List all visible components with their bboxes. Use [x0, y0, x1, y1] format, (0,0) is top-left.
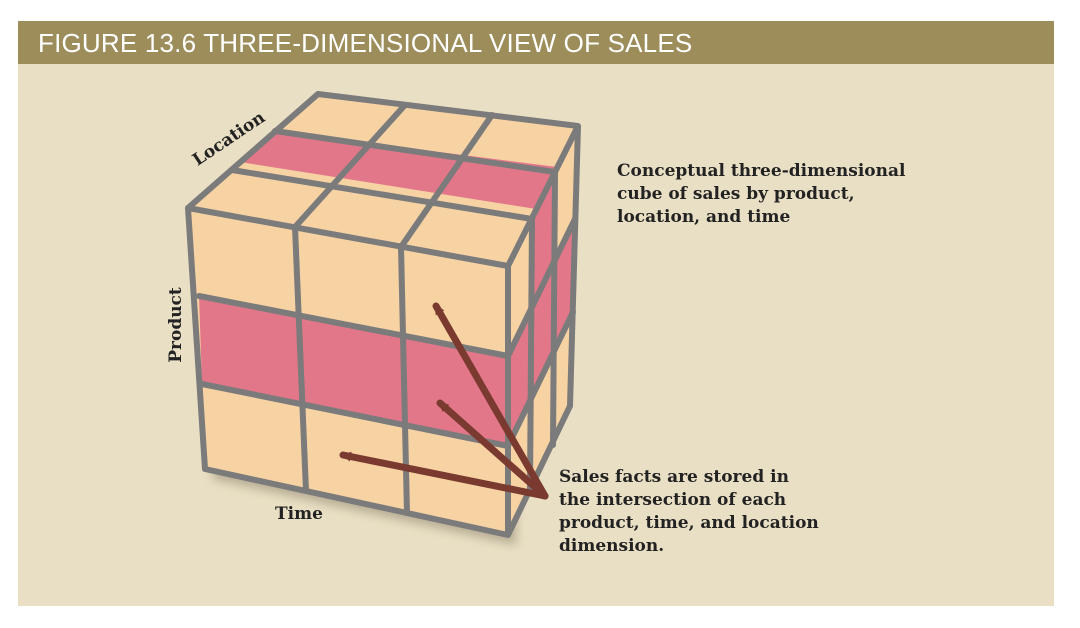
sales-facts-line: dimension. [559, 536, 665, 556]
sales-facts-line: the intersection of each [559, 490, 787, 510]
figure-page: FIGURE 13.6 THREE-DIMENSIONAL VIEW OF SA… [0, 0, 1080, 628]
cube-description-line: Conceptual three-dimensional [617, 161, 906, 181]
cube-diagram [185, 91, 581, 545]
sales-facts-line: product, time, and location [559, 513, 819, 533]
sales-facts-callout: Sales facts are stored in the intersecti… [559, 466, 859, 558]
axis-label-time: Time [275, 504, 323, 524]
axis-label-product: Product [166, 287, 186, 363]
cube-description-callout: Conceptual three-dimensional cube of sal… [617, 160, 917, 229]
cube-description-line: cube of sales by product, [617, 184, 855, 204]
cube-description-line: location, and time [617, 207, 791, 227]
sales-facts-line: Sales facts are stored in [559, 467, 789, 487]
